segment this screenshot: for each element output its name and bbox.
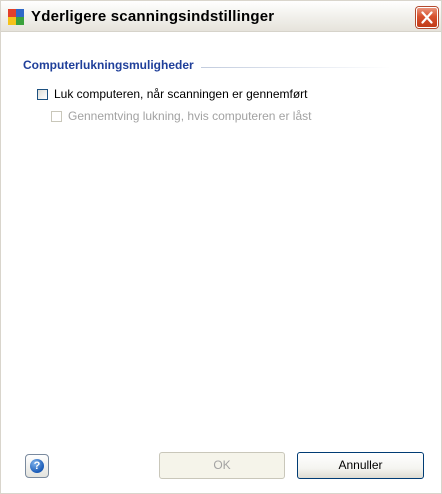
force-shutdown-label: Gennemtving lukning, hvis computeren er … xyxy=(68,109,312,123)
close-button[interactable] xyxy=(416,7,438,28)
force-shutdown-checkbox xyxy=(51,111,62,122)
shutdown-after-scan-checkbox[interactable] xyxy=(37,89,48,100)
dialog-window: Yderligere scanningsindstillinger Comput… xyxy=(0,0,442,494)
group-divider xyxy=(201,67,391,68)
group-title: Computerlukningsmuligheder xyxy=(23,58,194,72)
help-button[interactable]: ? xyxy=(25,454,49,478)
cancel-button[interactable]: Annuller xyxy=(297,452,424,479)
ok-button[interactable]: OK xyxy=(159,452,285,479)
title-bar[interactable]: Yderligere scanningsindstillinger xyxy=(1,1,441,32)
avg-app-icon xyxy=(8,9,24,25)
close-icon xyxy=(421,11,433,24)
help-icon: ? xyxy=(30,459,44,473)
shutdown-after-scan-label: Luk computeren, når scanningen er gennem… xyxy=(54,87,308,101)
window-title: Yderligere scanningsindstillinger xyxy=(31,8,275,25)
